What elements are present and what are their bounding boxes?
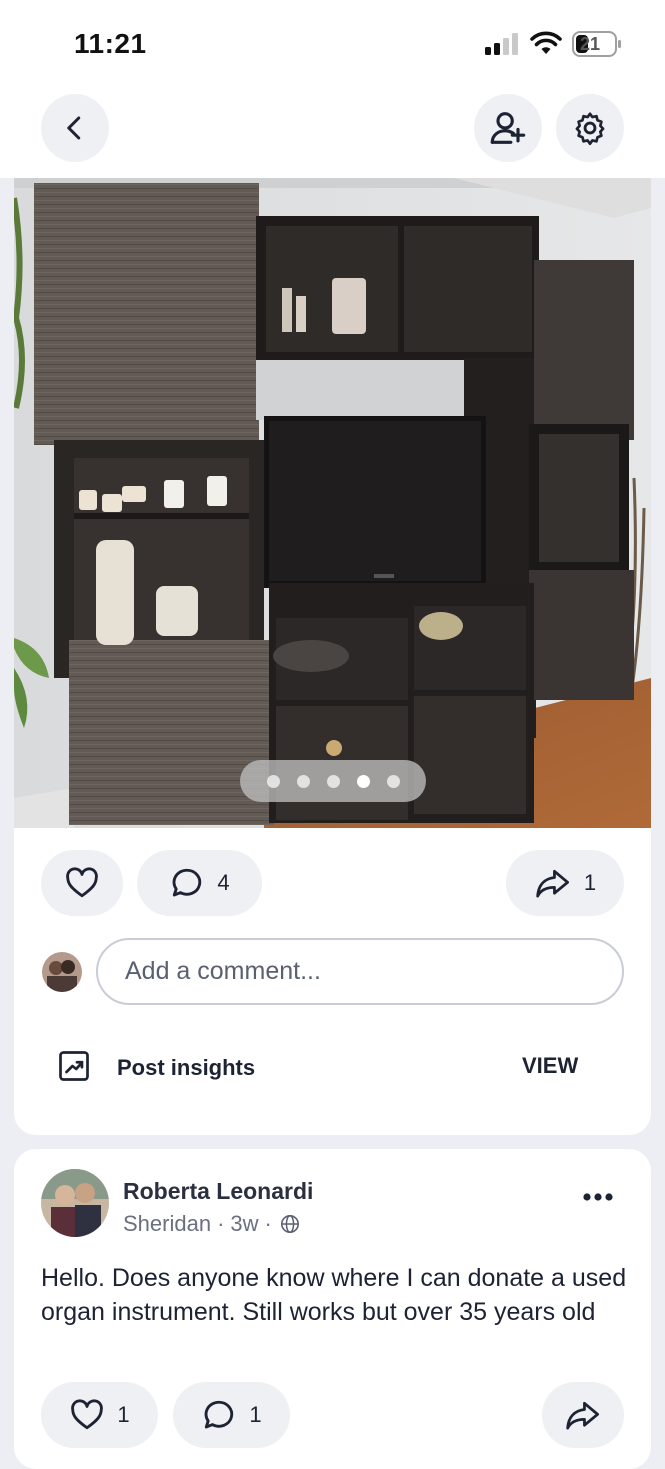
comment-button[interactable]: 1	[173, 1382, 290, 1448]
carousel-dot[interactable]	[296, 774, 310, 788]
comment-icon	[204, 1400, 234, 1429]
carousel-dot[interactable]	[266, 774, 280, 788]
meta-separator: ·	[264, 1211, 272, 1236]
add-friend-button[interactable]	[474, 94, 542, 162]
more-options-icon[interactable]	[582, 1191, 616, 1203]
post-age: 3w	[230, 1211, 259, 1236]
carousel-dot[interactable]	[326, 774, 340, 788]
cellular-signal-icon	[485, 33, 518, 55]
post-text: Hello. Does anyone know where I can dona…	[41, 1264, 627, 1326]
top-bar	[0, 90, 665, 178]
post-photo[interactable]	[14, 178, 651, 828]
share-icon	[536, 869, 569, 898]
heart-icon	[71, 1399, 104, 1430]
author-name[interactable]: Roberta Leonardi	[123, 1178, 313, 1205]
share-icon	[566, 1401, 600, 1430]
post-location[interactable]: Sheridan	[123, 1211, 211, 1237]
battery-icon: 21	[572, 31, 622, 57]
carousel-dot-active[interactable]	[356, 774, 370, 788]
like-button[interactable]	[41, 850, 123, 916]
meta-separator: ·	[217, 1211, 225, 1236]
back-button[interactable]	[41, 94, 109, 162]
share-count: 1	[583, 870, 597, 895]
comment-icon	[172, 868, 202, 897]
wifi-icon	[530, 31, 562, 54]
view-insights-link[interactable]: VIEW	[522, 1053, 578, 1079]
my-avatar[interactable]	[42, 952, 82, 992]
carousel-dot[interactable]	[386, 774, 400, 788]
comment-count: 4	[217, 870, 230, 895]
next-post-card: Roberta Leonardi Sheridan · 3w · Hello. …	[14, 1149, 651, 1469]
author-avatar[interactable]	[41, 1169, 109, 1237]
comment-count: 1	[249, 1402, 262, 1427]
chevron-left-icon	[67, 116, 81, 140]
like-button[interactable]: 1	[41, 1382, 158, 1448]
comment-input[interactable]: Add a comment...	[96, 938, 624, 1005]
post-meta: Sheridan · 3w ·	[123, 1211, 300, 1237]
post-insights-row[interactable]: Post insights VIEW	[56, 1046, 596, 1090]
share-button[interactable]: 1	[506, 850, 624, 916]
status-time: 11:21	[74, 28, 147, 59]
share-button[interactable]	[542, 1382, 624, 1448]
heart-icon	[66, 867, 98, 898]
user-plus-icon	[490, 112, 526, 144]
comment-placeholder: Add a comment...	[125, 957, 321, 985]
trending-chart-icon	[59, 1051, 89, 1081]
entertainment-unit-photo	[14, 178, 651, 828]
globe-icon	[280, 1215, 299, 1233]
like-count: 1	[117, 1402, 130, 1427]
status-bar: 11:21 21	[0, 0, 665, 90]
settings-button[interactable]	[556, 94, 624, 162]
post-insights-label: Post insights	[117, 1055, 256, 1080]
gear-icon	[575, 112, 605, 146]
comment-button[interactable]: 4	[137, 850, 262, 916]
carousel-indicator[interactable]	[240, 760, 426, 802]
battery-level: 21	[580, 34, 601, 54]
post-card: 4 1 Add a comment... Post insights VIEW	[14, 178, 651, 1135]
